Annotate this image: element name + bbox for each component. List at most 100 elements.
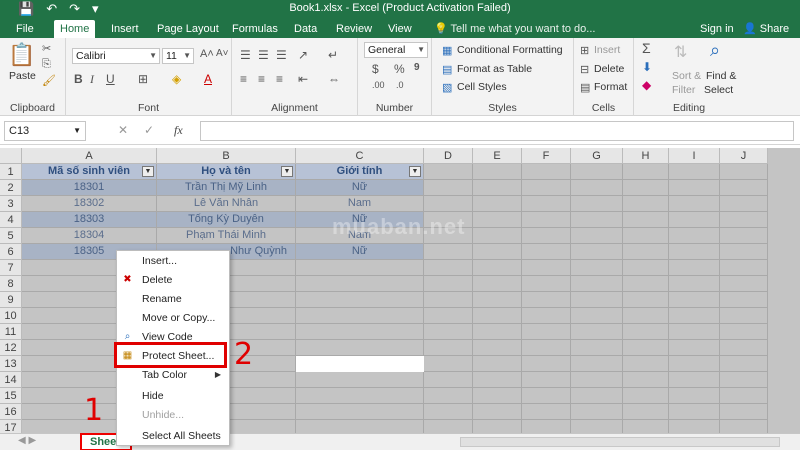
grid-cell[interactable]: 18304 <box>22 228 157 244</box>
grid-cell[interactable] <box>473 276 522 292</box>
grid-cell[interactable] <box>571 372 623 388</box>
share-button[interactable]: 👤 Share <box>743 20 789 38</box>
column-header-a[interactable]: A <box>22 148 157 164</box>
grid-cell[interactable] <box>296 340 424 356</box>
tell-me-box[interactable]: 💡 Tell me what you want to do... <box>434 20 595 38</box>
row-header-8[interactable]: 8 <box>0 276 22 292</box>
grid-cell[interactable] <box>571 212 623 228</box>
grid-cell[interactable] <box>473 404 522 420</box>
grid-cell[interactable] <box>296 388 424 404</box>
menu-item-tab-color[interactable]: Tab Color ▶ <box>117 366 229 384</box>
horizontal-scrollbar[interactable] <box>460 437 780 447</box>
grid-cell[interactable] <box>473 180 522 196</box>
find-select-icon[interactable]: ⌕ <box>710 40 720 61</box>
row-header-14[interactable]: 14 <box>0 372 22 388</box>
grid-cell[interactable] <box>623 420 669 433</box>
column-header-i[interactable]: I <box>669 148 720 164</box>
menu-item-delete[interactable]: ✖ Delete <box>117 271 229 289</box>
grid-cell[interactable] <box>522 356 571 372</box>
grid-cell[interactable] <box>571 388 623 404</box>
row-header-9[interactable]: 9 <box>0 292 22 308</box>
bold-icon[interactable]: B <box>74 72 83 86</box>
grid-cell[interactable] <box>473 164 522 180</box>
row-header-3[interactable]: 3 <box>0 196 22 212</box>
grid-cell[interactable] <box>473 292 522 308</box>
grid-cell[interactable] <box>424 340 473 356</box>
grid-cell[interactable] <box>296 372 424 388</box>
grid-cell[interactable] <box>473 260 522 276</box>
row-header-17[interactable]: 17 <box>0 420 22 433</box>
column-header-f[interactable]: F <box>522 148 571 164</box>
column-header-h[interactable]: H <box>623 148 669 164</box>
indent-icon[interactable]: ⇤ <box>298 72 308 86</box>
grid-cell[interactable] <box>623 228 669 244</box>
grid-cell[interactable] <box>623 276 669 292</box>
italic-icon[interactable]: I <box>90 72 94 87</box>
row-header-13[interactable]: 13 <box>0 356 22 372</box>
find-label[interactable]: Find & <box>706 70 736 82</box>
grid-cell[interactable] <box>623 164 669 180</box>
copy-icon[interactable]: ⎘ <box>42 58 51 71</box>
grid-cell[interactable] <box>522 404 571 420</box>
grid-cell[interactable] <box>424 324 473 340</box>
increase-decimal-icon[interactable]: .00 <box>372 80 385 90</box>
grid-cell[interactable]: Nữ <box>296 180 424 196</box>
sheet-nav-arrows-icon[interactable]: ◀ ▶ <box>18 435 36 446</box>
row-header-7[interactable]: 7 <box>0 260 22 276</box>
grid-cell[interactable] <box>623 324 669 340</box>
tab-view[interactable]: View <box>382 20 418 38</box>
insert-cells-button[interactable]: Insert <box>594 44 620 56</box>
filter-dropdown-icon[interactable]: ▼ <box>142 166 154 177</box>
grid-cell[interactable] <box>720 212 768 228</box>
filter-label[interactable]: Filter <box>672 84 695 96</box>
grid-cell[interactable] <box>720 260 768 276</box>
table-header-cell[interactable]: Giới tính ▼ <box>296 164 424 180</box>
grid-cell[interactable] <box>522 292 571 308</box>
grid-cell[interactable] <box>623 404 669 420</box>
row-header-10[interactable]: 10 <box>0 308 22 324</box>
underline-icon[interactable]: U <box>106 72 115 86</box>
grid-cell[interactable] <box>522 372 571 388</box>
grid-cell[interactable] <box>424 404 473 420</box>
grid-cell[interactable] <box>473 356 522 372</box>
format-painter-icon[interactable]: 🖌 <box>42 74 56 87</box>
grow-font-icon[interactable]: A˄ <box>200 48 214 60</box>
grid-cell[interactable] <box>669 372 720 388</box>
grid-cell[interactable] <box>571 228 623 244</box>
grid-cell[interactable] <box>522 388 571 404</box>
grid-cell[interactable] <box>424 308 473 324</box>
tab-insert[interactable]: Insert <box>105 20 145 38</box>
menu-item-rename[interactable]: Rename <box>117 290 229 308</box>
grid-cell[interactable] <box>296 324 424 340</box>
grid-cell[interactable]: Nam <box>296 196 424 212</box>
grid-cell[interactable] <box>623 308 669 324</box>
grid-cell[interactable] <box>522 164 571 180</box>
grid-cell[interactable] <box>669 196 720 212</box>
align-center-icon[interactable]: ≡ <box>258 72 265 86</box>
grid-cell[interactable] <box>669 212 720 228</box>
grid-cell[interactable] <box>424 276 473 292</box>
grid-cell[interactable] <box>720 244 768 260</box>
grid-cell[interactable] <box>424 196 473 212</box>
grid-cell[interactable] <box>669 244 720 260</box>
tab-home[interactable]: Home <box>54 20 96 38</box>
row-header-12[interactable]: 12 <box>0 340 22 356</box>
grid-cell[interactable] <box>720 404 768 420</box>
grid-cell[interactable] <box>669 308 720 324</box>
grid-cell[interactable] <box>522 340 571 356</box>
enter-icon[interactable]: ✓ <box>144 123 154 137</box>
row-header-1[interactable]: 1 <box>0 164 22 180</box>
grid-cell[interactable] <box>571 324 623 340</box>
row-header-2[interactable]: 2 <box>0 180 22 196</box>
grid-cell[interactable] <box>720 372 768 388</box>
grid-cell[interactable] <box>571 276 623 292</box>
grid-cell[interactable]: 18302 <box>22 196 157 212</box>
grid-cell[interactable] <box>296 420 424 433</box>
select-all-corner[interactable] <box>0 148 22 164</box>
number-format-combo[interactable]: General ▼ <box>364 42 428 58</box>
grid-cell[interactable] <box>669 276 720 292</box>
grid-cell[interactable] <box>669 420 720 433</box>
grid-cell[interactable] <box>473 420 522 433</box>
column-header-c[interactable]: C <box>296 148 424 164</box>
grid-cell[interactable] <box>720 308 768 324</box>
